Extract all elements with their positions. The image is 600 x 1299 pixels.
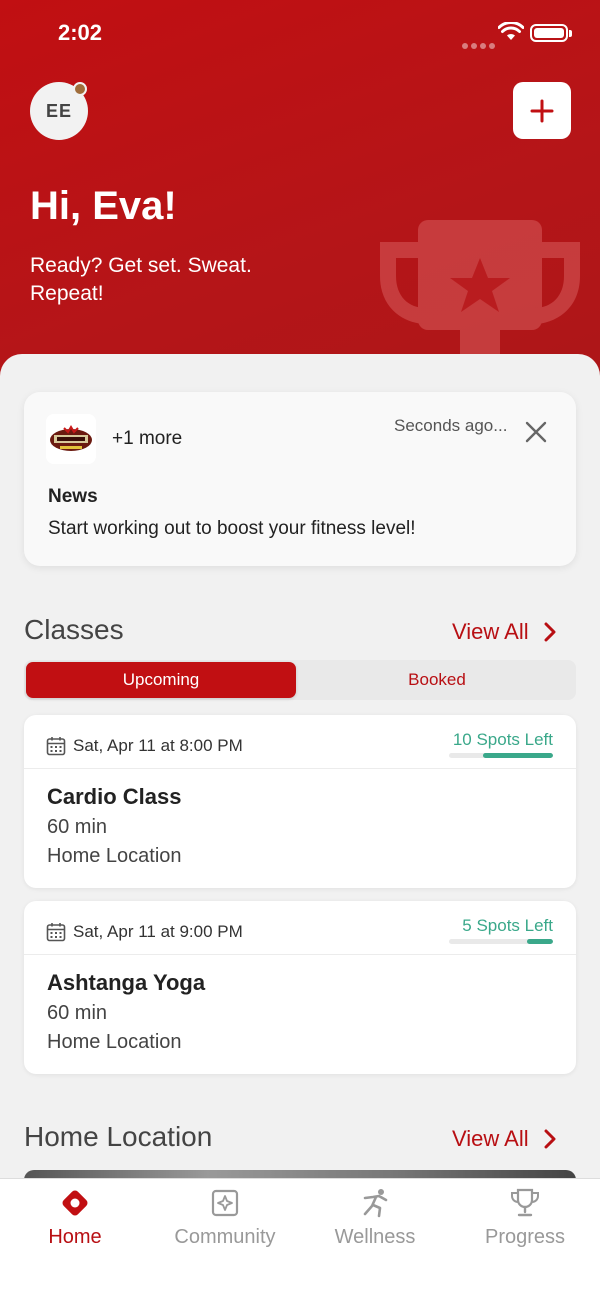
class-card[interactable]: Sat, Apr 11 at 9:00 PM 5 Spots Left Asht… xyxy=(24,901,576,1074)
spots-left-label: 10 Spots Left xyxy=(452,730,553,749)
add-button[interactable] xyxy=(513,82,571,139)
home-location-view-all-link[interactable]: View All xyxy=(452,1126,557,1152)
home-icon xyxy=(62,1190,88,1216)
class-location: Home Location xyxy=(47,1031,182,1053)
class-duration: 60 min xyxy=(47,816,108,838)
spots-progress-bar xyxy=(449,753,553,758)
tab-home[interactable]: Home xyxy=(0,1179,150,1269)
news-body: Start working out to boost your fitness … xyxy=(48,518,416,539)
class-date: Sat, Apr 11 at 9:00 PM xyxy=(73,922,243,941)
close-icon xyxy=(525,421,547,443)
signal-dots-icon xyxy=(462,36,498,54)
news-title: News xyxy=(48,486,98,507)
news-card[interactable]: +1 more Seconds ago... News Start workin… xyxy=(24,392,576,566)
spots-progress-fill xyxy=(483,753,553,758)
tab-progress[interactable]: Progress xyxy=(450,1179,600,1269)
tab-community[interactable]: Community xyxy=(150,1179,300,1269)
plus-icon xyxy=(530,99,554,122)
chevron-right-icon xyxy=(544,622,556,642)
class-location: Home Location xyxy=(47,845,182,867)
classes-view-all-link[interactable]: View All xyxy=(452,619,557,645)
view-all-label: View All xyxy=(452,1126,529,1151)
class-name: Cardio Class xyxy=(47,784,182,809)
community-icon xyxy=(211,1189,239,1217)
classes-title: Classes xyxy=(24,614,124,645)
tab-upcoming[interactable]: Upcoming xyxy=(26,662,296,698)
tab-booked[interactable]: Booked xyxy=(300,662,574,698)
view-all-label: View All xyxy=(452,619,529,644)
classes-segmented-control: Upcoming Booked xyxy=(24,660,576,700)
news-more-count: +1 more xyxy=(112,428,183,449)
progress-icon xyxy=(511,1188,539,1217)
tab-label: Community xyxy=(174,1226,276,1248)
spots-progress-bar xyxy=(449,939,553,944)
class-name: Ashtanga Yoga xyxy=(47,970,206,995)
tagline-text: Ready? Get set. Sweat. Repeat! xyxy=(30,254,252,305)
close-button[interactable] xyxy=(524,420,548,449)
hero-header: 2:02 EE Hi, Eva! Ready? Get set. Sweat. … xyxy=(0,0,600,380)
avatar-status-dot xyxy=(73,82,87,96)
class-card-header: Sat, Apr 11 at 9:00 PM 5 Spots Left xyxy=(24,901,576,955)
gym-logo xyxy=(46,414,96,464)
tab-label: Wellness xyxy=(334,1226,416,1248)
battery-icon xyxy=(530,24,572,42)
bottom-tab-bar: Home Community Wellness Progress xyxy=(0,1178,600,1299)
class-card-header: Sat, Apr 11 at 8:00 PM 10 Spots Left xyxy=(24,715,576,769)
spots-left-label: 5 Spots Left xyxy=(462,916,553,935)
wifi-icon xyxy=(498,22,524,40)
class-duration: 60 min xyxy=(47,1002,108,1024)
spots-progress-fill xyxy=(527,939,553,944)
calendar-icon xyxy=(46,737,66,756)
class-card[interactable]: Sat, Apr 11 at 8:00 PM 10 Spots Left Car… xyxy=(24,715,576,888)
class-date: Sat, Apr 11 at 8:00 PM xyxy=(73,736,243,755)
greeting-title: Hi, Eva! xyxy=(30,184,177,228)
status-bar: 2:02 xyxy=(0,0,600,66)
status-time: 2:02 xyxy=(58,20,103,45)
chevron-right-icon xyxy=(544,1129,556,1149)
home-location-title: Home Location xyxy=(24,1121,213,1152)
wellness-icon xyxy=(363,1189,388,1218)
news-timestamp: Seconds ago... xyxy=(394,416,508,435)
calendar-icon xyxy=(46,923,66,942)
tab-wellness[interactable]: Wellness xyxy=(300,1179,450,1269)
tab-label: Home xyxy=(48,1226,102,1248)
tab-label: Progress xyxy=(484,1226,566,1248)
